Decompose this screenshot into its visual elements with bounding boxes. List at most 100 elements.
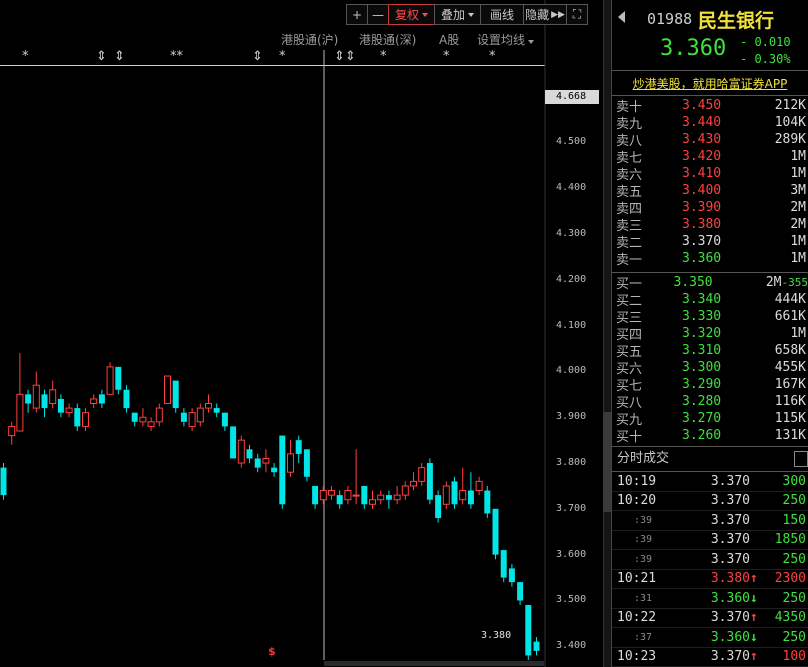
candle[interactable]: [401, 481, 409, 500]
candle[interactable]: [312, 485, 319, 509]
candle[interactable]: [196, 403, 204, 427]
candle[interactable]: [237, 435, 245, 468]
candle[interactable]: [98, 389, 105, 409]
event-marker-icon[interactable]: *: [489, 50, 496, 64]
order-book-row[interactable]: 买十 3.260 131K: [612, 427, 808, 445]
promo-link[interactable]: 炒港美股，就用哈富证券APP: [612, 70, 808, 96]
candle[interactable]: [164, 375, 171, 405]
order-book-row[interactable]: 买二 3.340 444K: [612, 291, 808, 309]
candle[interactable]: [32, 371, 40, 413]
candle[interactable]: [517, 582, 524, 606]
fullscreen-icon[interactable]: ⛶: [566, 4, 588, 25]
candle[interactable]: [385, 490, 392, 509]
candle[interactable]: [172, 380, 179, 413]
candle[interactable]: [82, 408, 89, 431]
candle[interactable]: [8, 421, 16, 445]
event-marker-icon[interactable]: ⇕: [96, 50, 107, 64]
hide-button[interactable]: 隐藏 ▶▶: [523, 4, 567, 25]
candle[interactable]: [336, 490, 343, 509]
candle[interactable]: [213, 403, 220, 418]
ma-settings-dropdown[interactable]: 设置均线: [477, 31, 535, 48]
event-marker-icon[interactable]: *: [380, 50, 387, 64]
candle[interactable]: [475, 476, 483, 496]
order-book-row[interactable]: 买八 3.280 116K: [612, 393, 808, 411]
candle[interactable]: [205, 394, 212, 413]
candle[interactable]: [319, 485, 327, 505]
candle[interactable]: [508, 563, 515, 587]
overlay-dropdown[interactable]: 叠加: [434, 4, 481, 25]
zoom-in-button[interactable]: +: [346, 4, 368, 25]
candle[interactable]: [352, 449, 360, 505]
candle[interactable]: [155, 403, 163, 427]
candle[interactable]: [393, 485, 401, 505]
order-book-row[interactable]: 卖八 3.430 289K: [612, 131, 808, 149]
candle[interactable]: [0, 463, 7, 500]
candle[interactable]: [115, 366, 122, 395]
candle[interactable]: [451, 476, 458, 509]
event-marker-icon[interactable]: *: [443, 50, 450, 64]
candle[interactable]: [230, 426, 237, 459]
candle[interactable]: [147, 417, 155, 431]
candle[interactable]: [131, 412, 138, 427]
order-book-row[interactable]: 卖二 3.370 1M: [612, 233, 808, 251]
draw-line-button[interactable]: 画线: [480, 4, 524, 25]
order-book-row[interactable]: 卖三 3.380 2M: [612, 216, 808, 234]
candle[interactable]: [106, 362, 114, 395]
event-marker-icon[interactable]: *: [279, 50, 286, 64]
scrollbar-thumb[interactable]: [603, 412, 611, 512]
candle[interactable]: [221, 412, 228, 431]
candle[interactable]: [16, 353, 24, 432]
candle[interactable]: [279, 435, 286, 509]
candle[interactable]: [484, 485, 491, 519]
candle[interactable]: [500, 550, 507, 583]
zoom-out-button[interactable]: —: [367, 4, 389, 25]
order-book-row[interactable]: 卖五 3.400 3M: [612, 182, 808, 200]
candle[interactable]: [410, 472, 417, 491]
order-book-row[interactable]: 买三 3.330 661K: [612, 308, 808, 326]
kline-chart-panel[interactable]: + — 复权 叠加 画线 隐藏 ▶▶ ⛶ 港股通(沪) 港股通(深) A股 设置均…: [0, 0, 603, 667]
event-marker-icon[interactable]: ⇕⇕: [334, 50, 356, 64]
candle[interactable]: [254, 453, 261, 473]
kline-chart[interactable]: [0, 0, 603, 667]
order-book-row[interactable]: 卖四 3.390 2M: [612, 199, 808, 217]
candle[interactable]: [361, 485, 368, 509]
order-book-row[interactable]: 卖一 3.360 1M: [612, 250, 808, 268]
candle[interactable]: [344, 485, 352, 505]
candle[interactable]: [369, 490, 376, 509]
candle[interactable]: [90, 394, 98, 409]
candle[interactable]: [418, 463, 426, 486]
candle[interactable]: [74, 403, 81, 431]
candle[interactable]: [188, 408, 196, 431]
hk-connect-sh-toggle[interactable]: 港股通(沪): [281, 31, 338, 48]
candle[interactable]: [271, 463, 278, 477]
candle[interactable]: [139, 408, 147, 427]
fuquan-dropdown[interactable]: 复权: [388, 4, 435, 25]
candle[interactable]: [49, 380, 57, 409]
order-book-row[interactable]: 卖七 3.420 1M: [612, 148, 808, 166]
candle[interactable]: [123, 385, 130, 413]
order-book-row[interactable]: 买六 3.300 455K: [612, 359, 808, 377]
order-book-row[interactable]: 卖十 3.450 212K: [612, 97, 808, 115]
dividend-marker-icon[interactable]: $: [268, 645, 276, 658]
order-book-row[interactable]: 买五 3.310 658K: [612, 342, 808, 360]
event-marker-icon[interactable]: *: [22, 50, 29, 64]
candle[interactable]: [525, 605, 532, 660]
panel-scrollbar[interactable]: [603, 0, 611, 667]
expand-icon[interactable]: [794, 451, 808, 467]
candle[interactable]: [435, 490, 442, 523]
candle[interactable]: [25, 389, 32, 413]
candle[interactable]: [442, 481, 450, 509]
candle[interactable]: [492, 508, 499, 560]
hk-connect-sz-toggle[interactable]: 港股通(深): [359, 31, 416, 48]
back-arrow-icon[interactable]: [618, 11, 625, 23]
candle[interactable]: [57, 394, 64, 418]
event-marker-icon[interactable]: ⇕: [252, 50, 263, 64]
candle[interactable]: [41, 389, 48, 418]
candle[interactable]: [246, 444, 253, 464]
order-book-row[interactable]: 买四 3.320 1M: [612, 325, 808, 343]
candle[interactable]: [328, 485, 335, 500]
order-book-row[interactable]: 买七 3.290 167K: [612, 376, 808, 394]
candle[interactable]: [467, 472, 474, 509]
trades-list[interactable]: 10:19 3.370 300 10:20 3.370 250:39 3.370 150:39…: [612, 472, 808, 667]
candle[interactable]: [533, 637, 540, 656]
